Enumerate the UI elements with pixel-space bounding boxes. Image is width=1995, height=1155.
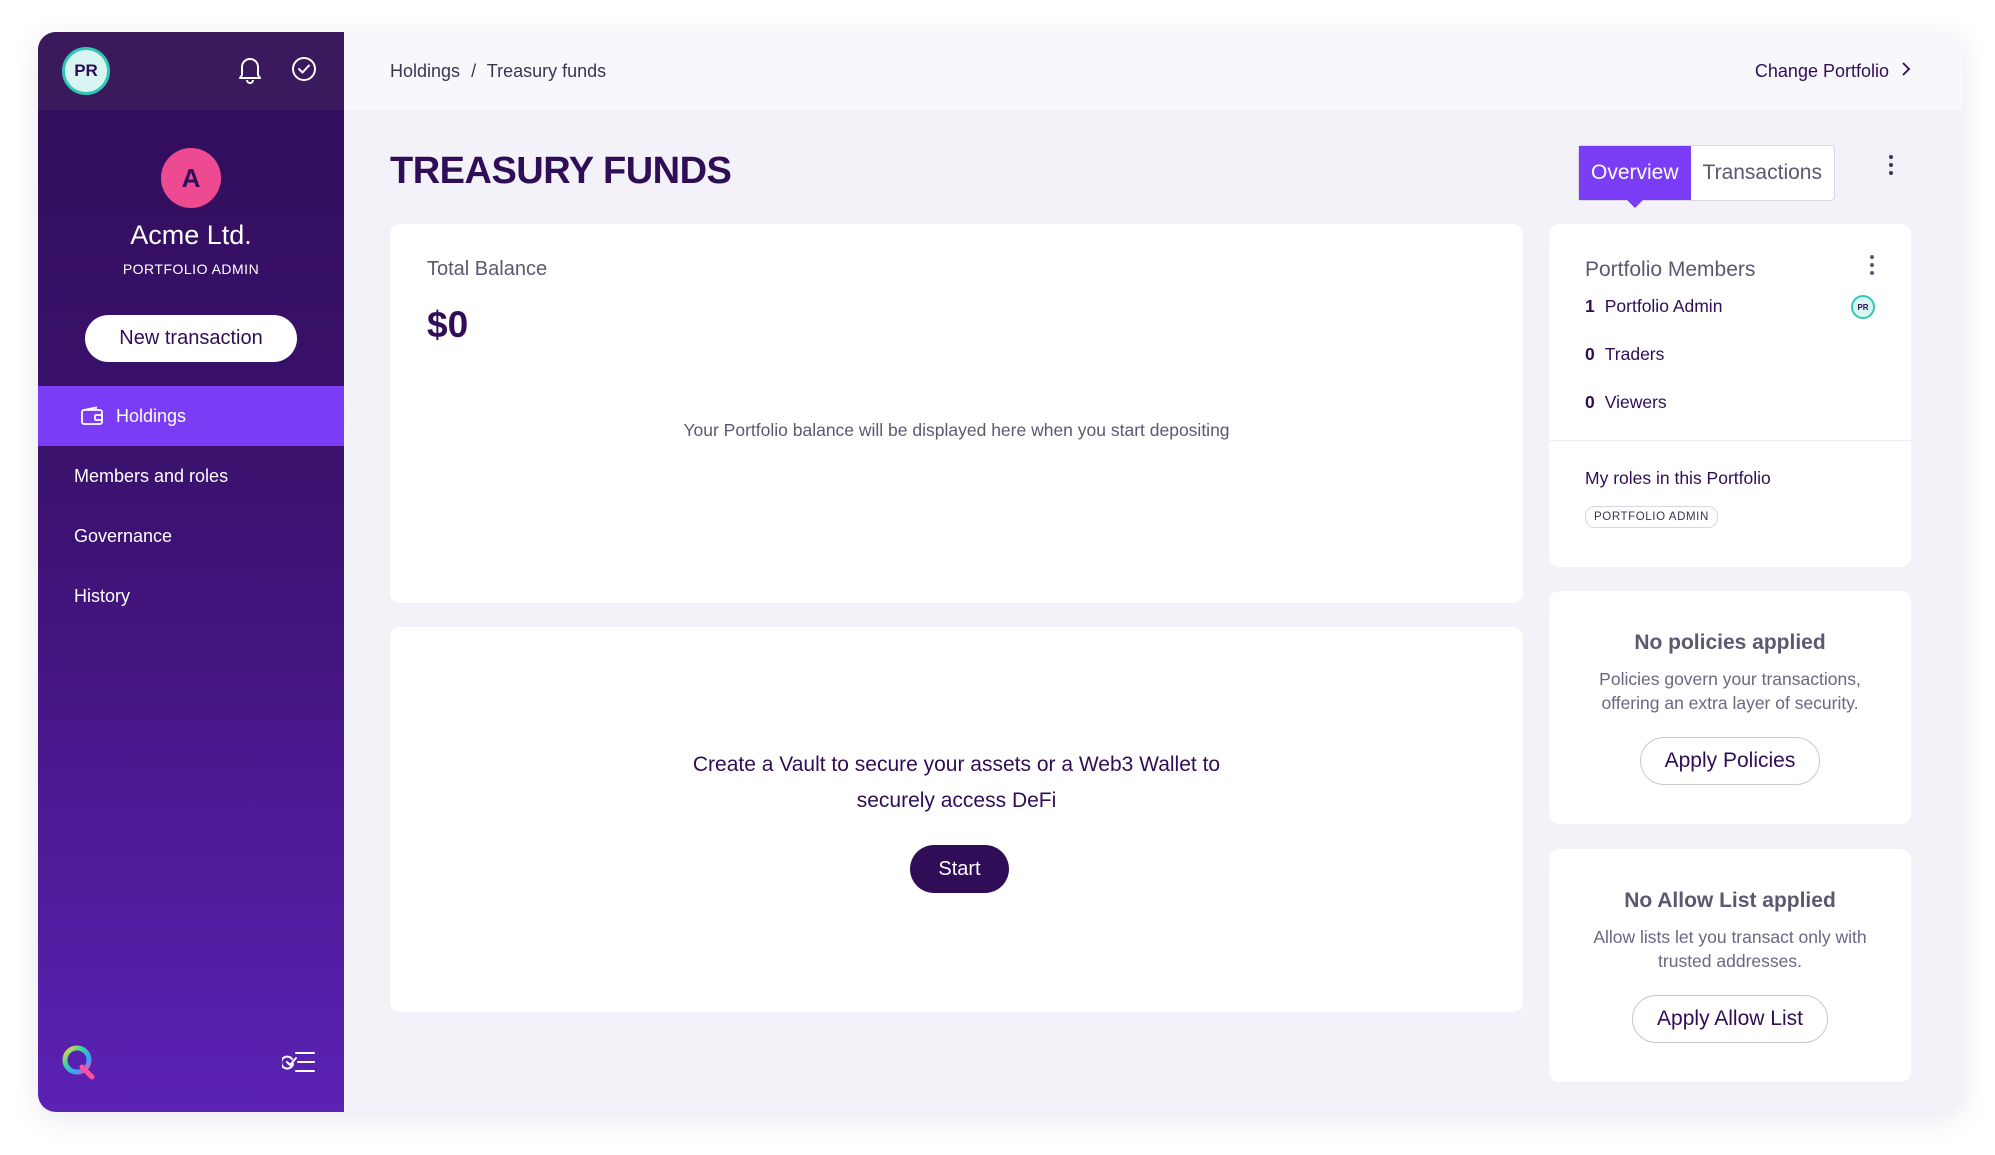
member-row-traders[interactable]: 0 Traders xyxy=(1585,344,1664,365)
main-content: Holdings / Treasury funds Change Portfol… xyxy=(344,32,1963,1112)
page-title: TREASURY FUNDS xyxy=(390,150,732,192)
sidebar-item-label: Governance xyxy=(74,525,173,546)
member-count: 1 xyxy=(1585,296,1595,316)
portfolio-members-card: Portfolio Members 1 Portfolio Admin PR 0T… xyxy=(1549,224,1911,567)
sidebar-item-holdings[interactable]: Holdings xyxy=(38,386,344,446)
breadcrumb-holdings[interactable]: Holdings xyxy=(390,61,460,81)
vault-message-line-1: Create a Vault to secure your assets or … xyxy=(692,753,1221,776)
change-portfolio-label: Change Portfolio xyxy=(1754,60,1889,81)
task-list-icon[interactable] xyxy=(280,1049,316,1080)
sidebar-item-governance[interactable]: Governance xyxy=(38,506,344,566)
sidebar-item-history[interactable]: History xyxy=(38,566,344,626)
breadcrumb: Holdings / Treasury funds xyxy=(390,61,612,82)
org-avatar: A xyxy=(161,148,221,208)
member-role: Viewers xyxy=(1604,392,1667,412)
view-tabs: Overview Transactions xyxy=(1578,145,1835,208)
sidebar: PR A Acme Ltd. PORTFOLIO ADMIN New trans… xyxy=(38,32,344,1112)
my-roles-label: My roles in this Portfolio xyxy=(1585,468,1771,488)
breadcrumb-current: Treasury funds xyxy=(486,60,607,81)
tab-transactions[interactable]: Transactions xyxy=(1691,146,1834,200)
vault-message: Create a Vault to secure your assets or … xyxy=(390,747,1523,819)
sidebar-nav: Holdings Members and roles Governance Hi… xyxy=(38,386,344,626)
org-profile: A Acme Ltd. PORTFOLIO ADMIN New transact… xyxy=(38,110,344,362)
check-circle-icon[interactable] xyxy=(290,54,318,84)
member-row-admin[interactable]: 1 Portfolio Admin xyxy=(1585,296,1722,317)
sidebar-item-label: Members and roles xyxy=(74,465,229,486)
chevron-right-icon xyxy=(1901,61,1911,82)
bell-icon[interactable] xyxy=(236,54,264,84)
sidebar-item-label: Holdings xyxy=(116,405,187,426)
balance-card: Total Balance $0 Your Portfolio balance … xyxy=(390,224,1523,603)
vault-card: Create a Vault to secure your assets or … xyxy=(390,627,1523,1012)
member-role: Traders xyxy=(1604,344,1665,364)
org-role: PORTFOLIO ADMIN xyxy=(122,261,260,277)
user-avatar[interactable]: PR xyxy=(62,47,110,95)
app-window: PR A Acme Ltd. PORTFOLIO ADMIN New trans… xyxy=(38,32,1963,1112)
member-row-viewers[interactable]: 0 Viewers xyxy=(1585,392,1667,413)
members-title: Portfolio Members xyxy=(1585,258,1756,281)
wallet-icon xyxy=(80,406,104,426)
member-count: 0 xyxy=(1585,344,1595,364)
role-badge: PORTFOLIO ADMIN xyxy=(1585,506,1718,528)
member-avatar: PR xyxy=(1851,295,1875,319)
allow-list-description: Allow lists let you transact only with t… xyxy=(1593,927,1867,971)
start-button[interactable]: Start xyxy=(910,845,1009,893)
vault-message-line-2: securely access DeFi xyxy=(856,789,1057,812)
brand-logo-icon xyxy=(60,1043,98,1086)
policies-title: No policies applied xyxy=(1634,631,1826,654)
policies-description: Policies govern your transactions, offer… xyxy=(1599,669,1861,713)
member-count: 0 xyxy=(1585,392,1595,412)
divider xyxy=(1549,440,1911,441)
sidebar-header: PR xyxy=(38,32,344,110)
member-role: Portfolio Admin xyxy=(1604,296,1723,316)
breadcrumb-separator: / xyxy=(471,60,477,81)
members-more-options-icon[interactable] xyxy=(1869,254,1875,281)
change-portfolio-link[interactable]: Change Portfolio xyxy=(1755,61,1911,82)
balance-note: Your Portfolio balance will be displayed… xyxy=(683,420,1230,440)
new-transaction-button[interactable]: New transaction xyxy=(85,315,297,362)
balance-value: $0 xyxy=(427,304,469,345)
sidebar-item-members-and-roles[interactable]: Members and roles xyxy=(38,446,344,506)
allow-list-title: No Allow List applied xyxy=(1624,889,1836,912)
more-options-icon[interactable] xyxy=(1888,154,1894,181)
apply-allow-list-button[interactable]: Apply Allow List xyxy=(1632,995,1828,1043)
policies-card: No policies applied Policies govern your… xyxy=(1549,591,1911,824)
topbar: Holdings / Treasury funds Change Portfol… xyxy=(344,32,1963,110)
org-name: Acme Ltd. xyxy=(130,220,252,250)
tab-overview[interactable]: Overview xyxy=(1579,146,1691,208)
sidebar-item-label: History xyxy=(74,585,131,606)
apply-policies-button[interactable]: Apply Policies xyxy=(1639,737,1821,785)
balance-label: Total Balance xyxy=(427,258,548,280)
allow-list-card: No Allow List applied Allow lists let yo… xyxy=(1549,849,1911,1082)
